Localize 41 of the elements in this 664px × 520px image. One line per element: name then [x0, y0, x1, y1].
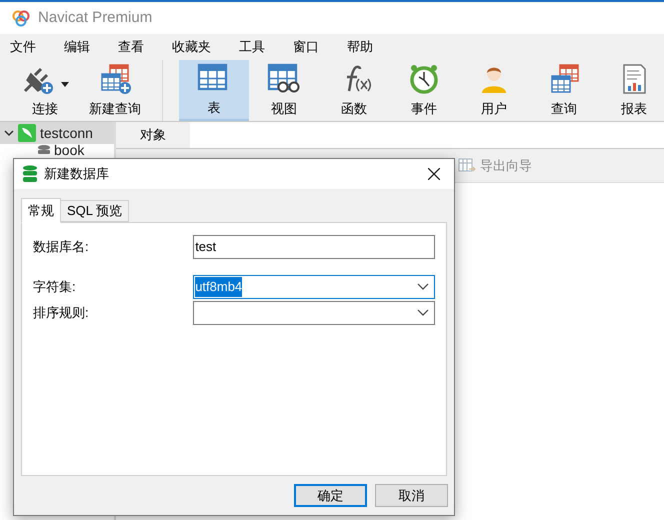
- menu-item[interactable]: 编辑: [64, 37, 90, 57]
- caret-icon[interactable]: [61, 82, 69, 87]
- toolbar-button[interactable]: 表: [179, 60, 249, 121]
- toolbar-button[interactable]: 函数: [319, 60, 389, 121]
- input-field[interactable]: test: [193, 235, 435, 259]
- field-label: 排序规则:: [33, 304, 90, 322]
- toolbar-button[interactable]: 用户: [459, 60, 529, 121]
- dialog-title: 新建数据库: [44, 165, 110, 184]
- tab[interactable]: SQL 预览: [61, 200, 130, 222]
- toolbar-button[interactable]: 视图: [249, 60, 319, 121]
- toolbar-button[interactable]: 新建查询: [80, 60, 150, 121]
- menu-item[interactable]: 工具: [239, 37, 265, 57]
- dialog-button[interactable]: 确定: [294, 484, 367, 507]
- tab[interactable]: 对象: [116, 122, 190, 148]
- menu-item[interactable]: 窗口: [293, 37, 319, 57]
- menu-item[interactable]: 收藏夹: [172, 37, 211, 57]
- chevron-down-icon[interactable]: [417, 283, 429, 291]
- toolbar-button[interactable]: 连接: [10, 60, 80, 121]
- tab[interactable]: 常规: [21, 198, 61, 223]
- menu-item[interactable]: 帮助: [347, 37, 373, 57]
- toolbar-button[interactable]: 查询: [529, 60, 599, 121]
- dialog-button[interactable]: 取消: [375, 484, 448, 507]
- window-title: Navicat Premium: [38, 8, 152, 28]
- database-icon: [22, 165, 38, 183]
- chevron-down-icon[interactable]: [4, 128, 14, 138]
- view-icon: [267, 62, 301, 95]
- dropdown-field[interactable]: [193, 301, 435, 325]
- toolbar-button[interactable]: 报表: [599, 60, 664, 121]
- field-label: 数据库名:: [33, 238, 90, 256]
- toolbar-button[interactable]: 事件: [389, 60, 459, 121]
- menu-item[interactable]: 文件: [10, 37, 36, 57]
- database-icon: [38, 145, 50, 154]
- tree-item[interactable]: book: [16, 144, 114, 160]
- table-export-icon: [458, 158, 476, 174]
- close-icon: [428, 168, 440, 180]
- app-logo-icon: [12, 9, 30, 27]
- tree-item[interactable]: testconn: [0, 122, 114, 144]
- menu-item[interactable]: 查看: [118, 37, 144, 57]
- chevron-down-icon[interactable]: [417, 309, 429, 317]
- dropdown-field[interactable]: utf8mb4: [193, 275, 435, 299]
- field-label: 字符集:: [33, 278, 77, 296]
